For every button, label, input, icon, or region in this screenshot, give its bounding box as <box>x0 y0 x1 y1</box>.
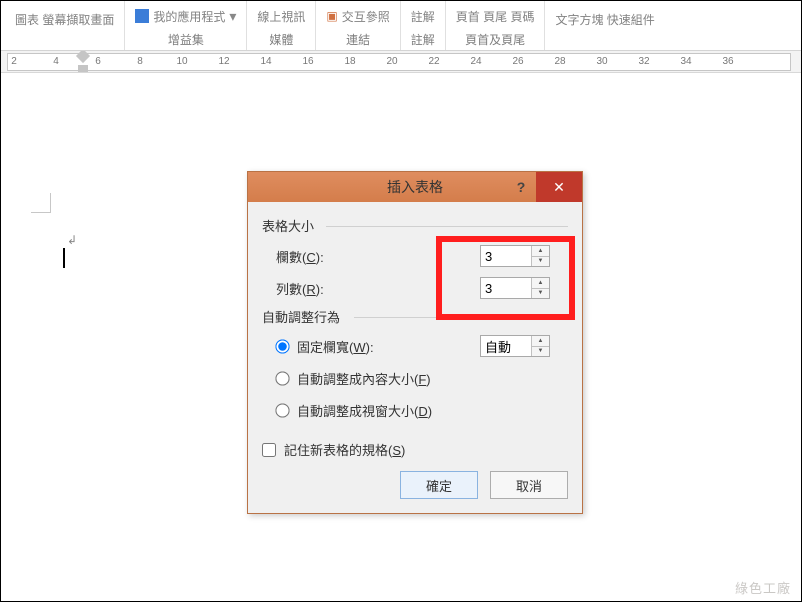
autofit-window-radio[interactable] <box>275 403 289 417</box>
ruler-tick: 12 <box>218 56 229 67</box>
ruler-tick: 28 <box>554 56 565 67</box>
fixed-width-label: 固定欄寬(W): <box>297 337 374 356</box>
page-corner-marker <box>31 193 51 213</box>
ruler-tick: 6 <box>95 56 101 67</box>
ribbon-media-top: 線上視訊 <box>257 5 305 27</box>
ribbon-media-label: 媒體 <box>269 31 293 48</box>
fixed-width-radio[interactable] <box>275 339 289 353</box>
text-cursor <box>63 248 65 268</box>
dialog-help-button[interactable]: ? <box>506 172 536 202</box>
ribbon-hf-top: 頁首 頁尾 頁碼 <box>456 5 535 27</box>
ribbon-group-addins[interactable]: 我的應用程式 ▾ 增益集 <box>125 1 247 50</box>
remember-checkbox[interactable] <box>262 443 276 457</box>
dialog-titlebar[interactable]: 插入表格 ? ✕ <box>248 172 582 202</box>
fixed-width-input[interactable] <box>481 336 531 356</box>
remember-row: 記住新表格的規格(S) <box>262 440 568 459</box>
fixed-width-row: 固定欄寬(W): ▲ ▼ <box>276 334 568 358</box>
first-line-indent-marker[interactable] <box>76 51 90 63</box>
autofit-heading: 自動調整行為 <box>262 307 568 326</box>
help-icon: ? <box>517 179 526 195</box>
rows-label: 列數(R): <box>276 279 396 298</box>
table-size-heading: 表格大小 <box>262 216 568 235</box>
ruler-tick: 4 <box>53 56 59 67</box>
ribbon-group-headerfooter[interactable]: 頁首 頁尾 頁碼 頁首及頁尾 <box>446 1 546 50</box>
cancel-button[interactable]: 取消 <box>490 471 568 499</box>
document-area[interactable]: ↲ 插入表格 ? ✕ 表格大小 欄數(C): ▲ ▼ <box>1 73 801 583</box>
rows-spin-up[interactable]: ▲ <box>532 278 549 289</box>
ribbon-links-top: 交互參照 <box>342 8 390 25</box>
ruler-tick: 8 <box>137 56 143 67</box>
ribbon-illustrations-top: 圖表 螢幕擷取畫面 <box>15 8 114 30</box>
ruler-tick: 30 <box>596 56 607 67</box>
hanging-indent-marker[interactable] <box>78 65 88 73</box>
autofit-window-row: 自動調整成視窗大小(D) <box>276 398 568 422</box>
columns-row: 欄數(C): ▲ ▼ <box>276 243 568 269</box>
close-icon: ✕ <box>553 179 565 196</box>
autofit-content-label: 自動調整成內容大小(F) <box>297 369 431 388</box>
ruler-tick: 16 <box>302 56 313 67</box>
horizontal-ruler[interactable]: 24681012141618202224262830323436 <box>7 53 791 71</box>
ruler-tick: 18 <box>344 56 355 67</box>
app-icon <box>135 9 149 23</box>
ruler-container: 24681012141618202224262830323436 <box>1 51 801 73</box>
ruler-tick: 22 <box>428 56 439 67</box>
dialog-button-row: 確定 取消 <box>262 471 568 499</box>
fixed-width-spin-down[interactable]: ▼ <box>532 347 549 357</box>
autofit-content-radio[interactable] <box>275 371 289 385</box>
remember-label: 記住新表格的規格(S) <box>284 440 405 459</box>
ruler-tick: 26 <box>512 56 523 67</box>
ribbon-group-comments[interactable]: 註解 註解 <box>401 1 446 50</box>
ribbon-addins-label: 增益集 <box>168 31 204 48</box>
ruler-tick: 14 <box>260 56 271 67</box>
fixed-width-spin-up[interactable]: ▲ <box>532 336 549 347</box>
ok-button[interactable]: 確定 <box>400 471 478 499</box>
columns-spin-down[interactable]: ▼ <box>532 257 549 267</box>
ribbon-addins-top: 我的應用程式 <box>153 8 225 25</box>
ruler-tick: 2 <box>11 56 17 67</box>
autofit-content-row: 自動調整成內容大小(F) <box>276 366 568 390</box>
watermark-text: 綠色工廠 <box>735 578 791 597</box>
ribbon-comments-top: 註解 <box>411 5 435 27</box>
rows-input[interactable] <box>481 278 531 298</box>
ruler-tick: 32 <box>638 56 649 67</box>
dialog-close-button[interactable]: ✕ <box>536 172 582 202</box>
columns-spinner[interactable]: ▲ ▼ <box>480 245 550 267</box>
ribbon: 圖表 螢幕擷取畫面 我的應用程式 ▾ 增益集 線上視訊 媒體 ▣ 交互參照 連結… <box>1 1 801 51</box>
ribbon-group-links[interactable]: ▣ 交互參照 連結 <box>316 1 400 50</box>
ribbon-group-media[interactable]: 線上視訊 媒體 <box>247 1 316 50</box>
autofit-window-label: 自動調整成視窗大小(D) <box>297 401 432 420</box>
ruler-tick: 24 <box>470 56 481 67</box>
ruler-tick: 34 <box>680 56 691 67</box>
columns-spin-up[interactable]: ▲ <box>532 246 549 257</box>
columns-label: 欄數(C): <box>276 247 396 266</box>
dropdown-icon: ▾ <box>229 8 236 25</box>
dialog-title-text: 插入表格 <box>387 177 443 197</box>
ruler-tick: 36 <box>722 56 733 67</box>
crossref-icon: ▣ <box>326 9 337 23</box>
ribbon-text-top: 文字方塊 快速組件 <box>555 8 654 30</box>
paragraph-mark: ↲ <box>67 233 77 247</box>
ruler-tick: 20 <box>386 56 397 67</box>
rows-row: 列數(R): ▲ ▼ <box>276 275 568 301</box>
ribbon-comments-label: 註解 <box>411 31 435 48</box>
insert-table-dialog: 插入表格 ? ✕ 表格大小 欄數(C): ▲ ▼ <box>247 171 583 514</box>
ribbon-group-text[interactable]: 文字方塊 快速組件 <box>545 1 664 50</box>
columns-input[interactable] <box>481 246 531 266</box>
dialog-body: 表格大小 欄數(C): ▲ ▼ 列數(R): <box>248 202 582 513</box>
ribbon-group-illustrations[interactable]: 圖表 螢幕擷取畫面 <box>5 1 125 50</box>
fixed-width-spinner[interactable]: ▲ ▼ <box>480 335 550 357</box>
ribbon-links-label: 連結 <box>346 31 370 48</box>
rows-spinner[interactable]: ▲ ▼ <box>480 277 550 299</box>
ruler-tick: 10 <box>176 56 187 67</box>
ribbon-hf-label: 頁首及頁尾 <box>465 31 525 48</box>
rows-spin-down[interactable]: ▼ <box>532 289 549 299</box>
